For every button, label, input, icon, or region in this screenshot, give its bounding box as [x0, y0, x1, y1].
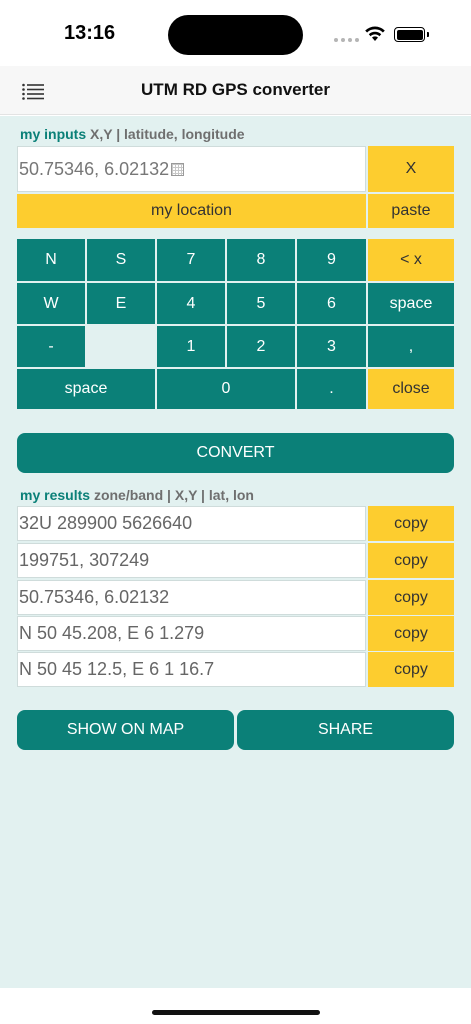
backspace-key[interactable]: < x: [368, 239, 454, 281]
dynamic-island: [168, 15, 303, 55]
key-6[interactable]: 6: [297, 283, 366, 324]
result-rd: 199751, 307249: [17, 543, 366, 578]
wifi-icon: [365, 26, 385, 41]
share-button[interactable]: SHARE: [237, 710, 454, 750]
copy-decimal-button[interactable]: copy: [368, 580, 454, 615]
signal-dots-icon: [334, 38, 359, 42]
convert-button[interactable]: CONVERT: [17, 433, 454, 473]
key-4[interactable]: 4: [157, 283, 225, 324]
key-comma[interactable]: ,: [368, 326, 454, 367]
copy-degrees-minutes-button[interactable]: copy: [368, 616, 454, 651]
key-8[interactable]: 8: [227, 239, 295, 281]
my-location-button[interactable]: my location: [17, 194, 366, 228]
key-minus[interactable]: -: [17, 326, 85, 367]
coordinate-input[interactable]: 50.75346, 6.02132: [17, 146, 366, 192]
inputs-label: my inputs X,Y | latitude, longitude: [20, 126, 245, 142]
home-indicator[interactable]: [152, 1010, 320, 1015]
key-3[interactable]: 3: [297, 326, 366, 367]
text-cursor-icon: [171, 162, 185, 176]
key-period[interactable]: .: [297, 369, 366, 409]
results-label-accent: my results: [20, 487, 91, 503]
bottom-bar: [0, 988, 471, 1024]
key-0[interactable]: 0: [157, 369, 295, 409]
status-bar: 13:16: [0, 0, 471, 66]
app-header: UTM RD GPS converter: [0, 66, 471, 115]
page-title: UTM RD GPS converter: [141, 80, 330, 99]
inputs-label-rest: X,Y | latitude, longitude: [90, 126, 245, 142]
key-2[interactable]: 2: [227, 326, 295, 367]
copy-rd-button[interactable]: copy: [368, 543, 454, 578]
status-time: 13:16: [64, 22, 116, 44]
key-1[interactable]: 1: [157, 326, 225, 367]
copy-utm-button[interactable]: copy: [368, 506, 454, 541]
key-space-right[interactable]: space: [368, 283, 454, 324]
results-label: my results zone/band | X,Y | lat, lon: [20, 487, 254, 503]
key-s[interactable]: S: [87, 239, 155, 281]
clear-input-button[interactable]: X: [368, 146, 454, 192]
key-9[interactable]: 9: [297, 239, 366, 281]
key-space-left[interactable]: space: [17, 369, 155, 409]
close-keypad-button[interactable]: close: [368, 369, 454, 409]
key-w[interactable]: W: [17, 283, 85, 324]
key-blank: [87, 326, 155, 367]
key-7[interactable]: 7: [157, 239, 225, 281]
result-degrees-minutes: N 50 45.208, E 6 1.279: [17, 616, 366, 651]
coordinate-input-value: 50.75346, 6.02132: [19, 158, 170, 179]
key-5[interactable]: 5: [227, 283, 295, 324]
key-e[interactable]: E: [87, 283, 155, 324]
battery-icon: [394, 27, 425, 42]
battery-tip: [427, 32, 429, 37]
paste-button[interactable]: paste: [368, 194, 454, 228]
result-decimal: 50.75346, 6.02132: [17, 580, 366, 615]
copy-dms-button[interactable]: copy: [368, 652, 454, 687]
result-utm: 32U 289900 5626640: [17, 506, 366, 541]
result-dms: N 50 45 12.5, E 6 1 16.7: [17, 652, 366, 687]
results-label-rest: zone/band | X,Y | lat, lon: [93, 487, 254, 503]
key-n[interactable]: N: [17, 239, 85, 281]
show-on-map-button[interactable]: SHOW ON MAP: [17, 710, 234, 750]
inputs-label-accent: my inputs: [20, 126, 87, 142]
